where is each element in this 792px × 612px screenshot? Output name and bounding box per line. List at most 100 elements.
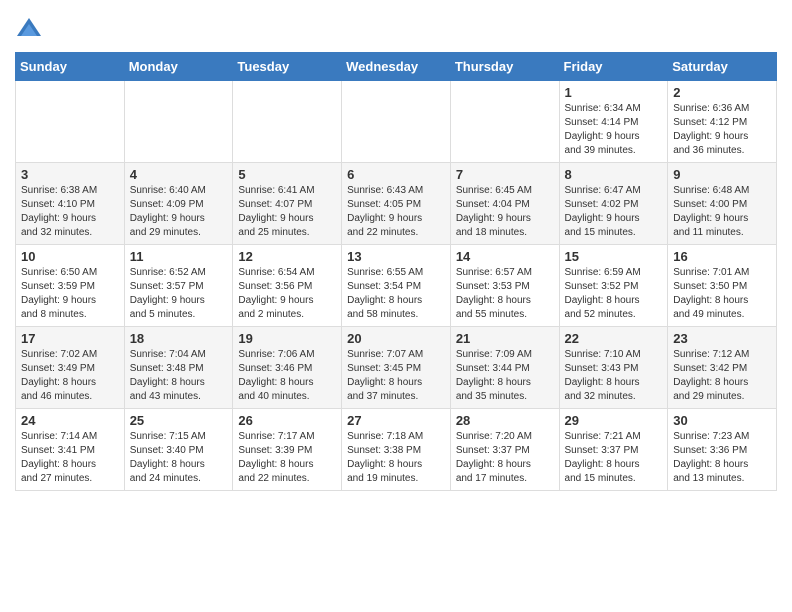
day-number: 25 <box>130 413 228 428</box>
calendar-cell: 15Sunrise: 6:59 AM Sunset: 3:52 PM Dayli… <box>559 245 668 327</box>
day-info: Sunrise: 6:43 AM Sunset: 4:05 PM Dayligh… <box>347 184 445 240</box>
day-info: Sunrise: 6:50 AM Sunset: 3:59 PM Dayligh… <box>21 266 119 322</box>
week-row-3: 10 Sunrise: 6:50 AM Sunset: 3:59 PM Dayli… <box>16 245 777 327</box>
day-info: Sunrise: 6:45 AM Sunset: 4:04 PM Dayligh… <box>456 184 554 240</box>
weekday-header-wednesday: Wednesday <box>342 53 451 81</box>
weekday-header-tuesday: Tuesday <box>233 53 342 81</box>
day-number: 10 <box>21 249 119 264</box>
day-number: 8 <box>565 167 663 182</box>
day-number: 14 <box>456 249 554 264</box>
day-info: Sunrise: 6:40 AM Sunset: 4:09 PM Dayligh… <box>130 184 228 240</box>
calendar-cell: 12Sunrise: 6:54 AM Sunset: 3:56 PM Dayli… <box>233 245 342 327</box>
day-number: 11 <box>130 249 228 264</box>
calendar-cell: 10 Sunrise: 6:50 AM Sunset: 3:59 PM Dayli… <box>16 245 125 327</box>
calendar-cell: 11 Sunrise: 6:52 AM Sunset: 3:57 PM Dayli… <box>124 245 233 327</box>
calendar-cell: 13Sunrise: 6:55 AM Sunset: 3:54 PM Dayli… <box>342 245 451 327</box>
day-number: 19 <box>238 331 336 346</box>
calendar-cell <box>124 81 233 163</box>
calendar-cell: 7 Sunrise: 6:45 AM Sunset: 4:04 PM Daylig… <box>450 163 559 245</box>
calendar-cell: 18 Sunrise: 7:04 AM Sunset: 3:48 PM Dayli… <box>124 327 233 409</box>
calendar-cell: 26Sunrise: 7:17 AM Sunset: 3:39 PM Dayli… <box>233 409 342 491</box>
calendar-cell: 27 Sunrise: 7:18 AM Sunset: 3:38 PM Dayli… <box>342 409 451 491</box>
calendar-cell: 23 Sunrise: 7:12 AM Sunset: 3:42 PM Dayli… <box>668 327 777 409</box>
day-number: 27 <box>347 413 445 428</box>
day-info: Sunrise: 7:10 AM Sunset: 3:43 PM Dayligh… <box>565 348 663 404</box>
day-info: Sunrise: 7:15 AM Sunset: 3:40 PM Dayligh… <box>130 430 228 486</box>
day-number: 26 <box>238 413 336 428</box>
day-number: 3 <box>21 167 119 182</box>
day-number: 1 <box>565 85 663 100</box>
day-number: 5 <box>238 167 336 182</box>
day-info: Sunrise: 7:14 AM Sunset: 3:41 PM Dayligh… <box>21 430 119 486</box>
day-info: Sunrise: 7:02 AM Sunset: 3:49 PM Dayligh… <box>21 348 119 404</box>
day-info: Sunrise: 7:04 AM Sunset: 3:48 PM Dayligh… <box>130 348 228 404</box>
day-number: 28 <box>456 413 554 428</box>
day-info: Sunrise: 6:57 AM Sunset: 3:53 PM Dayligh… <box>456 266 554 322</box>
calendar-table: SundayMondayTuesdayWednesdayThursdayFrid… <box>15 52 777 491</box>
calendar-cell: 1 Sunrise: 6:34 AM Sunset: 4:14 PM Daylig… <box>559 81 668 163</box>
calendar-cell: 24Sunrise: 7:14 AM Sunset: 3:41 PM Dayli… <box>16 409 125 491</box>
day-number: 12 <box>238 249 336 264</box>
day-info: Sunrise: 6:52 AM Sunset: 3:57 PM Dayligh… <box>130 266 228 322</box>
calendar-cell <box>233 81 342 163</box>
weekday-header-saturday: Saturday <box>668 53 777 81</box>
calendar-cell: 16 Sunrise: 7:01 AM Sunset: 3:50 PM Dayli… <box>668 245 777 327</box>
logo <box>15 16 46 44</box>
calendar-cell: 17Sunrise: 7:02 AM Sunset: 3:49 PM Dayli… <box>16 327 125 409</box>
week-row-4: 17Sunrise: 7:02 AM Sunset: 3:49 PM Dayli… <box>16 327 777 409</box>
calendar-cell: 6 Sunrise: 6:43 AM Sunset: 4:05 PM Daylig… <box>342 163 451 245</box>
weekday-header-sunday: Sunday <box>16 53 125 81</box>
weekday-header-friday: Friday <box>559 53 668 81</box>
day-number: 20 <box>347 331 445 346</box>
day-info: Sunrise: 7:01 AM Sunset: 3:50 PM Dayligh… <box>673 266 771 322</box>
weekday-header-monday: Monday <box>124 53 233 81</box>
day-number: 16 <box>673 249 771 264</box>
week-row-2: 3 Sunrise: 6:38 AM Sunset: 4:10 PM Daylig… <box>16 163 777 245</box>
day-number: 15 <box>565 249 663 264</box>
day-info: Sunrise: 7:06 AM Sunset: 3:46 PM Dayligh… <box>238 348 336 404</box>
day-info: Sunrise: 7:09 AM Sunset: 3:44 PM Dayligh… <box>456 348 554 404</box>
day-info: Sunrise: 6:38 AM Sunset: 4:10 PM Dayligh… <box>21 184 119 240</box>
day-number: 9 <box>673 167 771 182</box>
calendar-cell: 20 Sunrise: 7:07 AM Sunset: 3:45 PM Dayli… <box>342 327 451 409</box>
calendar-cell: 29Sunrise: 7:21 AM Sunset: 3:37 PM Dayli… <box>559 409 668 491</box>
day-info: Sunrise: 6:48 AM Sunset: 4:00 PM Dayligh… <box>673 184 771 240</box>
day-number: 4 <box>130 167 228 182</box>
calendar-cell: 4 Sunrise: 6:40 AM Sunset: 4:09 PM Daylig… <box>124 163 233 245</box>
calendar-cell: 14 Sunrise: 6:57 AM Sunset: 3:53 PM Dayli… <box>450 245 559 327</box>
day-number: 7 <box>456 167 554 182</box>
day-info: Sunrise: 6:55 AM Sunset: 3:54 PM Dayligh… <box>347 266 445 322</box>
day-number: 29 <box>565 413 663 428</box>
day-number: 21 <box>456 331 554 346</box>
weekday-header-row: SundayMondayTuesdayWednesdayThursdayFrid… <box>16 53 777 81</box>
header <box>15 10 777 44</box>
day-number: 30 <box>673 413 771 428</box>
calendar-cell <box>450 81 559 163</box>
day-info: Sunrise: 7:18 AM Sunset: 3:38 PM Dayligh… <box>347 430 445 486</box>
calendar-cell: 8Sunrise: 6:47 AM Sunset: 4:02 PM Daylig… <box>559 163 668 245</box>
day-number: 23 <box>673 331 771 346</box>
day-number: 22 <box>565 331 663 346</box>
day-number: 2 <box>673 85 771 100</box>
calendar-cell: 22 Sunrise: 7:10 AM Sunset: 3:43 PM Dayli… <box>559 327 668 409</box>
calendar-cell: 21 Sunrise: 7:09 AM Sunset: 3:44 PM Dayli… <box>450 327 559 409</box>
calendar-cell: 28Sunrise: 7:20 AM Sunset: 3:37 PM Dayli… <box>450 409 559 491</box>
day-info: Sunrise: 6:34 AM Sunset: 4:14 PM Dayligh… <box>565 102 663 158</box>
day-info: Sunrise: 7:23 AM Sunset: 3:36 PM Dayligh… <box>673 430 771 486</box>
calendar-cell: 9 Sunrise: 6:48 AM Sunset: 4:00 PM Daylig… <box>668 163 777 245</box>
calendar-cell <box>342 81 451 163</box>
calendar-cell: 25 Sunrise: 7:15 AM Sunset: 3:40 PM Dayli… <box>124 409 233 491</box>
day-info: Sunrise: 7:12 AM Sunset: 3:42 PM Dayligh… <box>673 348 771 404</box>
calendar-cell: 30 Sunrise: 7:23 AM Sunset: 3:36 PM Dayli… <box>668 409 777 491</box>
calendar-cell: 5 Sunrise: 6:41 AM Sunset: 4:07 PM Daylig… <box>233 163 342 245</box>
logo-icon <box>15 16 43 44</box>
day-number: 18 <box>130 331 228 346</box>
calendar-cell <box>16 81 125 163</box>
day-info: Sunrise: 7:07 AM Sunset: 3:45 PM Dayligh… <box>347 348 445 404</box>
calendar-cell: 3 Sunrise: 6:38 AM Sunset: 4:10 PM Daylig… <box>16 163 125 245</box>
day-info: Sunrise: 6:41 AM Sunset: 4:07 PM Dayligh… <box>238 184 336 240</box>
weekday-header-thursday: Thursday <box>450 53 559 81</box>
week-row-5: 24Sunrise: 7:14 AM Sunset: 3:41 PM Dayli… <box>16 409 777 491</box>
day-info: Sunrise: 6:36 AM Sunset: 4:12 PM Dayligh… <box>673 102 771 158</box>
day-number: 6 <box>347 167 445 182</box>
